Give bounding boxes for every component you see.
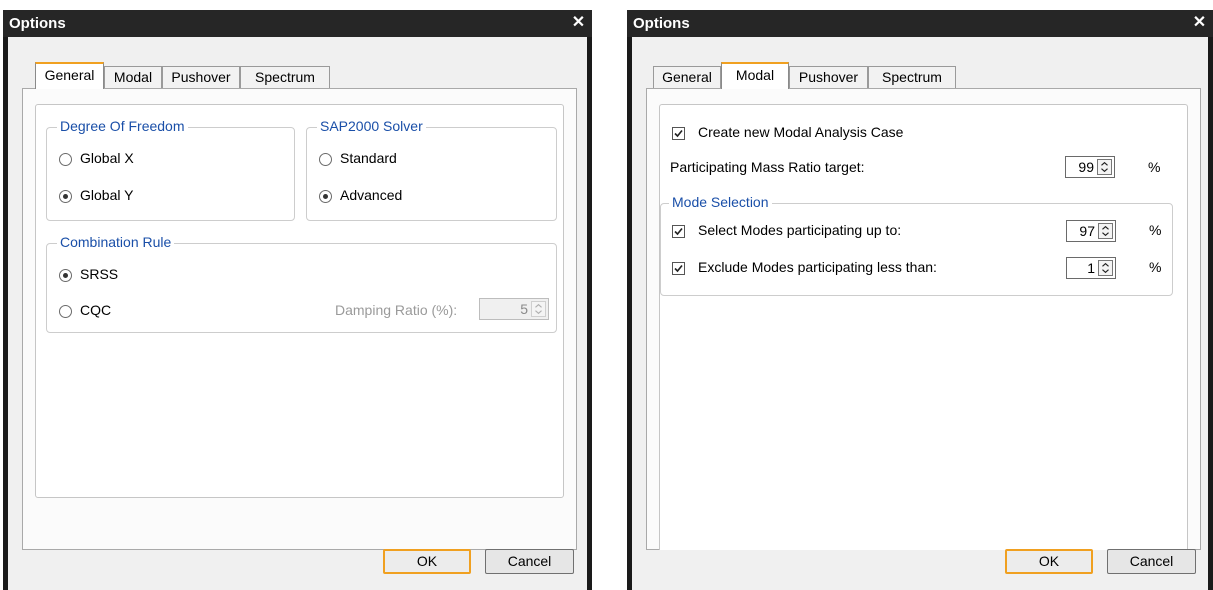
mode-selection-group: Mode Selection Select Modes participatin… xyxy=(660,194,1173,296)
checkmark-icon xyxy=(674,227,683,236)
radio-global-x[interactable] xyxy=(59,153,72,166)
radio-selected-dot xyxy=(323,194,328,199)
general-panel: Degree Of Freedom Global X Global Y SAP2… xyxy=(35,104,564,498)
radio-advanced[interactable] xyxy=(319,190,332,203)
advanced-label: Advanced xyxy=(340,187,403,203)
radio-global-y[interactable] xyxy=(59,190,72,203)
checkmark-icon xyxy=(674,264,683,273)
tab-panel: Create new Modal Analysis Case Participa… xyxy=(646,88,1201,550)
radio-standard[interactable] xyxy=(319,153,332,166)
mass-ratio-label: Participating Mass Ratio target: xyxy=(670,159,865,175)
dialog-title: Options xyxy=(9,15,66,32)
combination-rule-group: Combination Rule SRSS CQC Damping Ratio … xyxy=(46,234,557,333)
title-bar[interactable]: Options ✕ xyxy=(3,10,592,37)
spin-arrows-icon[interactable] xyxy=(1097,159,1112,175)
dialog-client: General Modal Pushover Spectrum Create n… xyxy=(632,37,1208,590)
degree-of-freedom-label: Degree Of Freedom xyxy=(57,118,188,134)
exclude-modes-value: 1 xyxy=(1087,260,1095,276)
dialog-client: General Modal Pushover Spectrum Degree O… xyxy=(8,37,587,590)
sap2000-solver-group: SAP2000 Solver Standard Advanced xyxy=(306,118,557,221)
create-modal-case-label: Create new Modal Analysis Case xyxy=(698,124,904,140)
close-icon[interactable]: ✕ xyxy=(1190,13,1209,32)
select-modes-stepper[interactable]: 97 xyxy=(1066,220,1116,242)
ok-button[interactable]: OK xyxy=(383,549,471,574)
radio-srss[interactable] xyxy=(59,269,72,282)
title-bar[interactable]: Options ✕ xyxy=(627,10,1213,37)
select-modes-label: Select Modes participating up to: xyxy=(698,222,902,238)
tab-pushover[interactable]: Pushover xyxy=(789,66,868,88)
ok-button[interactable]: OK xyxy=(1005,549,1093,574)
dialog-title: Options xyxy=(633,15,690,32)
tab-general[interactable]: General xyxy=(653,66,721,88)
tab-pushover[interactable]: Pushover xyxy=(162,66,240,88)
global-x-label: Global X xyxy=(80,150,134,166)
cqc-label: CQC xyxy=(80,302,112,318)
srss-label: SRSS xyxy=(80,266,119,282)
tab-spectrum[interactable]: Spectrum xyxy=(868,66,956,88)
radio-selected-dot xyxy=(63,194,68,199)
create-modal-case-checkbox[interactable] xyxy=(672,127,685,140)
global-y-label: Global Y xyxy=(80,187,134,203)
mode-selection-label: Mode Selection xyxy=(669,194,772,210)
combination-rule-label: Combination Rule xyxy=(57,234,175,250)
cancel-button[interactable]: Cancel xyxy=(1107,549,1196,574)
mass-ratio-value: 99 xyxy=(1078,159,1094,175)
exclude-modes-stepper[interactable]: 1 xyxy=(1066,257,1116,279)
cancel-button[interactable]: Cancel xyxy=(485,549,574,574)
options-dialog-modal: Options ✕ General Modal Pushover Spectru… xyxy=(627,10,1213,590)
close-icon[interactable]: ✕ xyxy=(569,13,588,32)
tab-general[interactable]: General xyxy=(35,62,104,89)
options-dialog-general: Options ✕ General Modal Pushover Spectru… xyxy=(3,10,592,590)
checkmark-icon xyxy=(674,129,683,138)
select-modes-value: 97 xyxy=(1079,223,1095,239)
damping-ratio-stepper[interactable]: 5 xyxy=(479,298,549,320)
sap2000-solver-label: SAP2000 Solver xyxy=(317,118,426,134)
spin-arrows-icon[interactable] xyxy=(1098,223,1113,239)
radio-cqc[interactable] xyxy=(59,305,72,318)
mass-ratio-unit: % xyxy=(1148,159,1161,175)
tab-panel: Degree Of Freedom Global X Global Y SAP2… xyxy=(22,88,577,550)
tab-modal[interactable]: Modal xyxy=(104,66,162,88)
exclude-modes-label: Exclude Modes participating less than: xyxy=(698,259,937,275)
exclude-modes-unit: % xyxy=(1149,259,1162,275)
select-modes-checkbox[interactable] xyxy=(672,225,685,238)
damping-ratio-label: Damping Ratio (%): xyxy=(335,302,458,318)
mass-ratio-stepper[interactable]: 99 xyxy=(1065,156,1115,178)
select-modes-unit: % xyxy=(1149,222,1162,238)
spin-arrows-icon[interactable] xyxy=(1098,260,1113,276)
damping-ratio-value: 5 xyxy=(520,301,528,317)
tab-spectrum[interactable]: Spectrum xyxy=(240,66,330,88)
modal-panel: Create new Modal Analysis Case Participa… xyxy=(659,104,1188,550)
tab-modal[interactable]: Modal xyxy=(721,62,789,89)
degree-of-freedom-group: Degree Of Freedom Global X Global Y xyxy=(46,118,295,221)
standard-label: Standard xyxy=(340,150,397,166)
exclude-modes-checkbox[interactable] xyxy=(672,262,685,275)
radio-selected-dot xyxy=(63,273,68,278)
spin-arrows-icon[interactable] xyxy=(531,301,546,317)
